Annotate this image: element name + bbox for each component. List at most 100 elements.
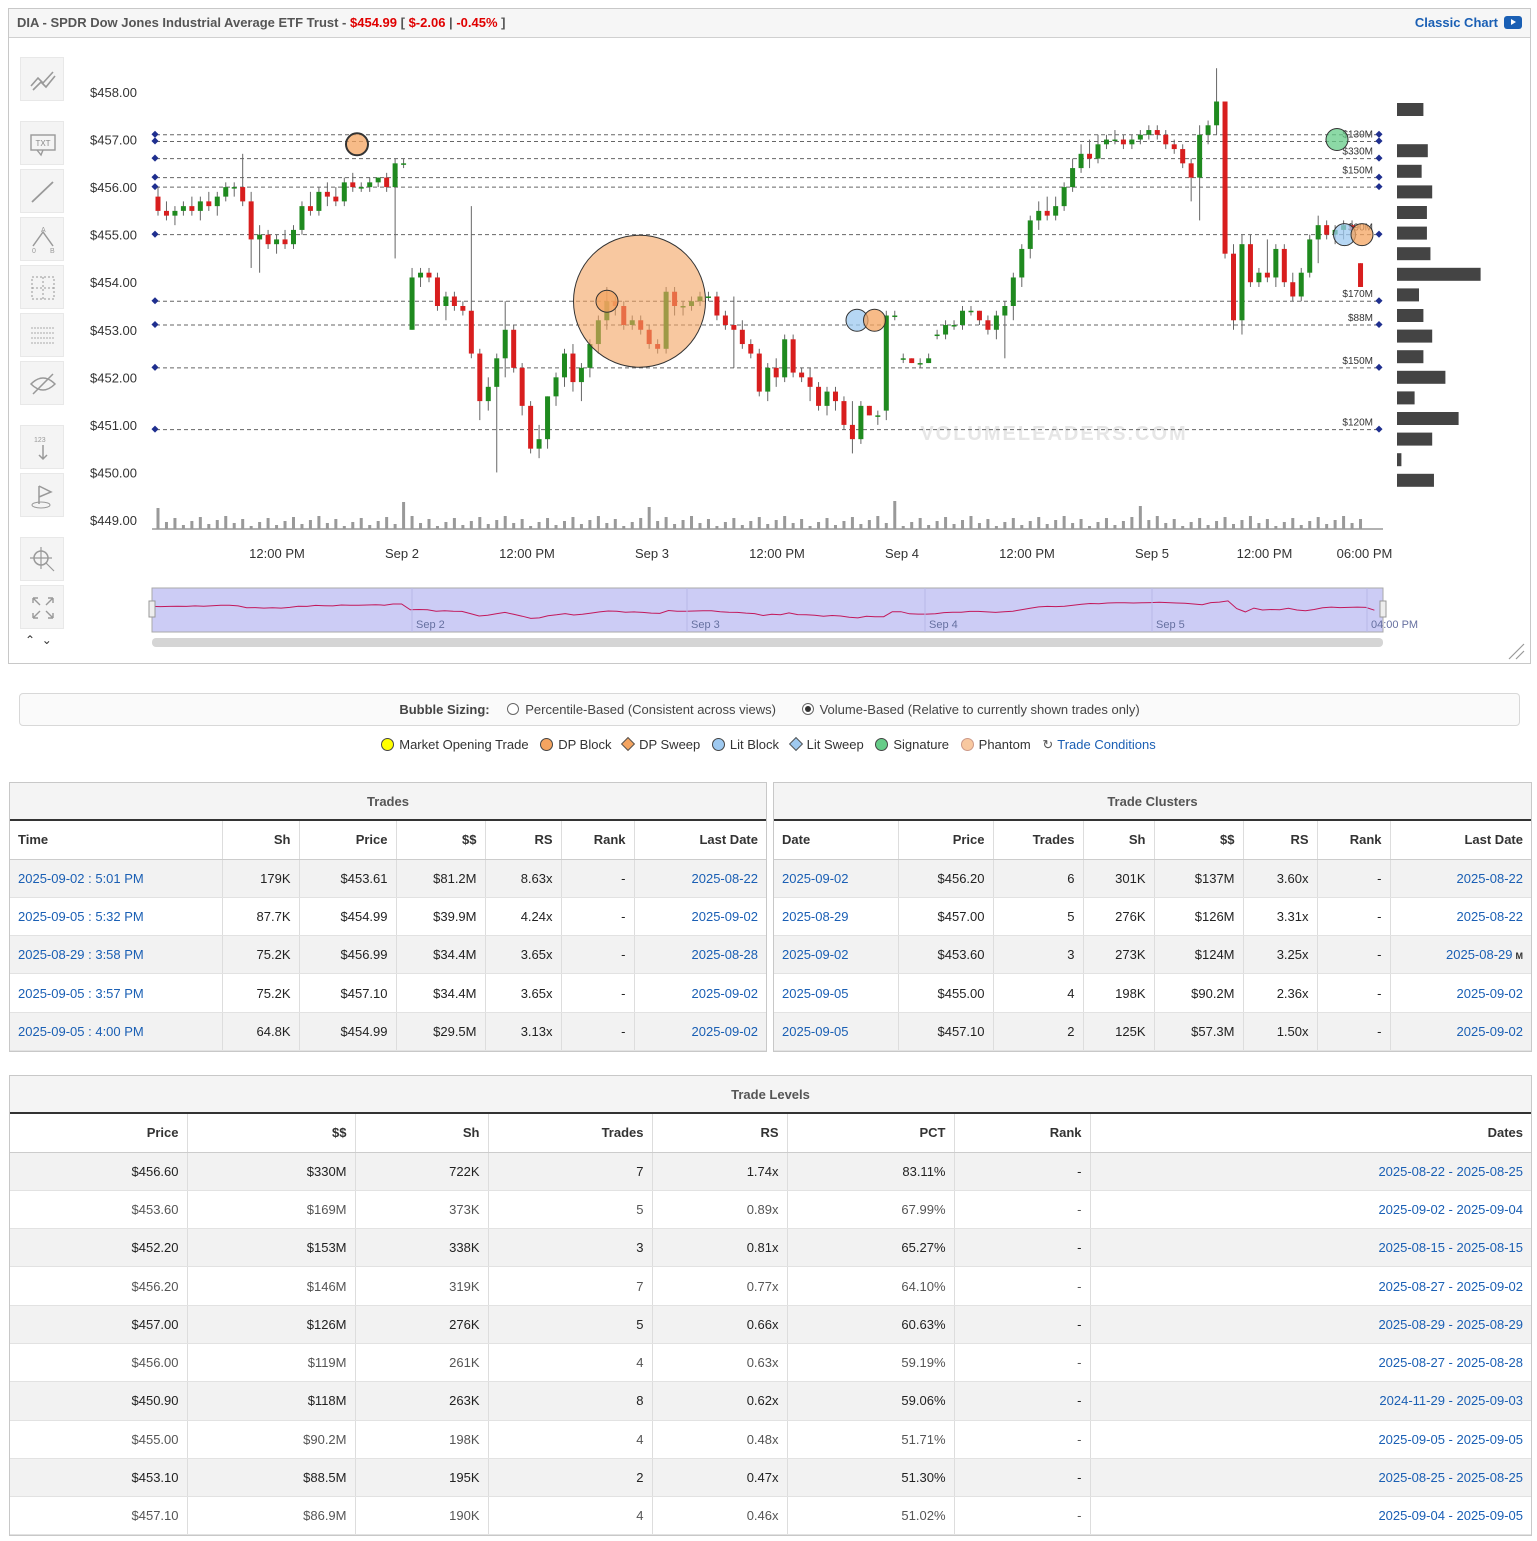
table-link-cell[interactable]: 2025-08-29 bbox=[774, 897, 899, 937]
column-header[interactable]: Trades bbox=[488, 1114, 653, 1153]
trade-conditions-link[interactable]: Trade Conditions bbox=[1057, 737, 1156, 752]
column-header[interactable]: Price bbox=[10, 1114, 188, 1153]
column-header[interactable]: Date bbox=[774, 821, 899, 860]
table-link-cell[interactable]: 2025-08-29 : 3:58 PM bbox=[10, 935, 223, 975]
legend-lit-block[interactable]: Lit Block bbox=[711, 737, 779, 752]
table-link-cell[interactable]: 2025-09-05 - 2025-09-05 bbox=[1090, 1420, 1531, 1459]
table-link-cell[interactable]: 2025-09-02 bbox=[1390, 1012, 1531, 1051]
table-link-cell[interactable]: 2025-09-05 : 3:57 PM bbox=[10, 973, 223, 1013]
table-link-cell[interactable]: 2025-08-22 bbox=[634, 859, 766, 898]
legend-market-open[interactable]: Market Opening Trade bbox=[381, 737, 529, 752]
clusters-title: Trade Clusters bbox=[774, 783, 1531, 821]
candle-body bbox=[943, 325, 949, 335]
table-link-cell[interactable]: 2025-09-02 - 2025-09-04 bbox=[1090, 1190, 1531, 1230]
column-header[interactable]: Sh bbox=[355, 1114, 489, 1153]
table-link-cell[interactable]: 2025-08-27 - 2025-08-28 bbox=[1090, 1343, 1531, 1383]
table-row[interactable]: $455.00 $90.2M 198K 4 0.48x 51.71% -2025-09-05… bbox=[10, 1420, 1531, 1459]
column-header[interactable]: Last Date bbox=[634, 821, 766, 860]
column-header[interactable]: PCT bbox=[787, 1114, 955, 1153]
table-row[interactable]: 2025-09-05 : 5:32 PM 87.7K $454.99 $39.9M 4.… bbox=[10, 897, 766, 937]
table-link-cell[interactable]: 2025-08-22 - 2025-08-25 bbox=[1090, 1152, 1531, 1191]
table-link-cell[interactable]: 2025-08-27 - 2025-09-02 bbox=[1090, 1266, 1531, 1306]
table-link-cell[interactable]: 2025-09-02 bbox=[634, 897, 766, 937]
column-header[interactable]: Sh bbox=[222, 821, 300, 860]
column-header[interactable]: Rank bbox=[954, 1114, 1091, 1153]
column-header[interactable]: $$ bbox=[396, 821, 486, 860]
column-header[interactable]: Time bbox=[10, 821, 223, 860]
table-row[interactable]: $452.20 $153M 338K 3 0.81x 65.27% -2025-08-15 … bbox=[10, 1228, 1531, 1268]
table-row[interactable]: $450.90 $118M 263K 8 0.62x 59.06% -2024-11-29 … bbox=[10, 1381, 1531, 1421]
table-link-cell[interactable]: 2025-08-22 bbox=[1390, 859, 1531, 898]
table-link-cell[interactable]: 2025-09-05 : 4:00 PM bbox=[10, 1012, 223, 1051]
table-link-cell[interactable]: 2025-08-29 M bbox=[1390, 935, 1531, 975]
table-row[interactable]: 2025-09-05 : 3:57 PM 75.2K $457.10 $34.4M 3.… bbox=[10, 973, 766, 1013]
column-header[interactable]: Trades bbox=[993, 821, 1084, 860]
table-row[interactable]: $456.00 $119M 261K 4 0.63x 59.19% -2025-08-27 … bbox=[10, 1343, 1531, 1383]
table-row[interactable]: $456.20 $146M 319K 7 0.77x 64.10% -2025-08-27 … bbox=[10, 1266, 1531, 1306]
table-row[interactable]: 2025-09-05 $457.10 2 125K $57.3M 1.50x -2025-0… bbox=[774, 1012, 1531, 1051]
legend-phantom[interactable]: Phantom bbox=[960, 737, 1031, 752]
volume-option[interactable]: Volume-Based (Relative to currently show… bbox=[801, 702, 1140, 717]
table-link-cell[interactable]: 2025-09-05 bbox=[774, 1012, 899, 1051]
table-row[interactable]: 2025-09-05 $455.00 4 198K $90.2M 2.36x -2025-0… bbox=[774, 973, 1531, 1013]
legend-lit-sweep[interactable]: Lit Sweep bbox=[788, 736, 864, 752]
table-link-cell[interactable]: 2025-09-02 bbox=[774, 859, 899, 898]
legend-trade-conditions[interactable]: ↻ Trade Conditions bbox=[1042, 737, 1155, 753]
column-header[interactable]: $$ bbox=[187, 1114, 356, 1153]
level-marker-left bbox=[151, 130, 159, 138]
column-header[interactable]: Price bbox=[299, 821, 397, 860]
table-row[interactable]: 2025-09-02 $456.20 6 301K $137M 3.60x -2025-08… bbox=[774, 859, 1531, 898]
percentile-option[interactable]: Percentile-Based (Consistent across view… bbox=[507, 702, 776, 717]
percentile-radio[interactable] bbox=[507, 703, 520, 715]
table-link-cell[interactable]: 2025-08-29 - 2025-08-29 bbox=[1090, 1305, 1531, 1344]
column-header[interactable]: Price bbox=[898, 821, 994, 860]
table-row[interactable]: $457.00 $126M 276K 5 0.66x 60.63% -2025-08-29 … bbox=[10, 1305, 1531, 1344]
table-link-cell[interactable]: 2025-08-25 - 2025-08-25 bbox=[1090, 1458, 1531, 1498]
table-row[interactable]: $456.60 $330M 722K 7 1.74x 83.11% -2025-08-22 … bbox=[10, 1152, 1531, 1191]
price-chart[interactable]: $458.00 $457.00 $456.00 $455.00 $454.00 $453.… bbox=[9, 9, 1532, 665]
legend-dp-block[interactable]: DP Block bbox=[540, 737, 611, 752]
table-row[interactable]: 2025-09-05 : 4:00 PM 64.8K $454.99 $29.5M 3.… bbox=[10, 1012, 766, 1051]
column-header[interactable]: Sh bbox=[1083, 821, 1155, 860]
candle-body bbox=[536, 439, 542, 449]
column-header[interactable]: Rank bbox=[1317, 821, 1391, 860]
table-link-cell[interactable]: 2025-09-02 bbox=[774, 935, 899, 975]
table-link-cell[interactable]: 2025-08-22 bbox=[1390, 897, 1531, 937]
candle-body bbox=[824, 391, 830, 406]
column-header[interactable]: $$ bbox=[1154, 821, 1244, 860]
legend-dp-sweep[interactable]: DP Sweep bbox=[621, 736, 700, 752]
column-header[interactable]: Rank bbox=[561, 821, 635, 860]
table-link-cell[interactable]: 2024-11-29 - 2025-09-03 bbox=[1090, 1381, 1531, 1421]
table-link-cell[interactable]: 2025-09-02 bbox=[634, 973, 766, 1013]
table-cell: - bbox=[954, 1228, 1091, 1268]
table-row[interactable]: 2025-09-02 $453.60 3 273K $124M 3.25x -2025-08… bbox=[774, 935, 1531, 975]
legend-signature[interactable]: Signature bbox=[875, 737, 949, 752]
column-header[interactable]: RS bbox=[652, 1114, 788, 1153]
table-cell: 5 bbox=[993, 897, 1084, 937]
table-link-cell[interactable]: 2025-09-05 : 5:32 PM bbox=[10, 897, 223, 937]
phantom-icon bbox=[960, 738, 974, 751]
column-header[interactable]: Last Date bbox=[1390, 821, 1531, 860]
volume-radio[interactable] bbox=[801, 703, 814, 715]
candle-body bbox=[274, 239, 280, 245]
volume-bar bbox=[308, 520, 312, 529]
column-header[interactable]: RS bbox=[1243, 821, 1318, 860]
table-row[interactable]: 2025-08-29 : 3:58 PM 75.2K $456.99 $34.4M 3.… bbox=[10, 935, 766, 975]
table-row[interactable]: 2025-09-02 : 5:01 PM 179K $453.61 $81.2M 8.6… bbox=[10, 859, 766, 898]
table-row[interactable]: $453.60 $169M 373K 5 0.89x 67.99% -2025-09-02 … bbox=[10, 1190, 1531, 1230]
navigator-handle-left bbox=[148, 600, 156, 618]
table-link-cell[interactable]: 2025-09-04 - 2025-09-05 bbox=[1090, 1496, 1531, 1536]
table-row[interactable]: $453.10 $88.5M 195K 2 0.47x 51.30% -2025-08-25… bbox=[10, 1458, 1531, 1498]
column-header[interactable]: Dates bbox=[1090, 1114, 1531, 1153]
column-header[interactable]: RS bbox=[485, 821, 562, 860]
table-link-cell[interactable]: 2025-09-02 bbox=[634, 1012, 766, 1051]
table-row[interactable]: 2025-08-29 $457.00 5 276K $126M 3.31x -2025-08… bbox=[774, 897, 1531, 937]
table-row[interactable]: $457.10 $86.9M 190K 4 0.46x 51.02% -2025-09-04… bbox=[10, 1496, 1531, 1536]
table-link-cell[interactable]: 2025-08-28 bbox=[634, 935, 766, 975]
table-link-cell[interactable]: 2025-09-02 : 5:01 PM bbox=[10, 859, 223, 898]
table-link-cell[interactable]: 2025-09-02 bbox=[1390, 973, 1531, 1013]
volume-bar bbox=[419, 523, 423, 529]
table-link-cell[interactable]: 2025-09-05 bbox=[774, 973, 899, 1013]
table-link-cell[interactable]: 2025-08-15 - 2025-08-15 bbox=[1090, 1228, 1531, 1268]
volume-bar bbox=[520, 519, 524, 529]
